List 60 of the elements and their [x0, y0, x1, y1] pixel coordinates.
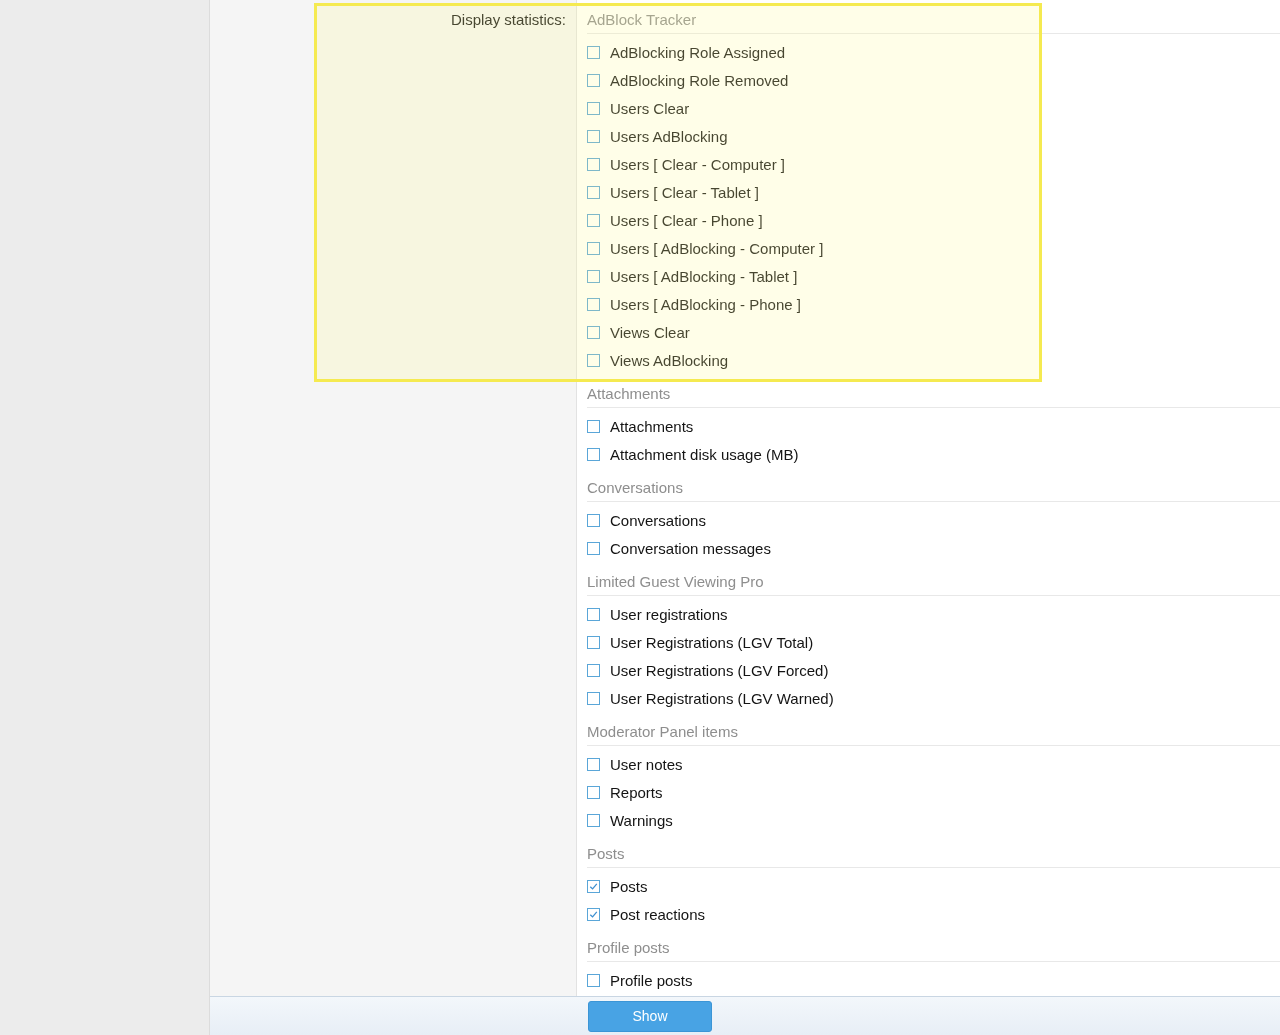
checkbox[interactable] — [587, 157, 600, 171]
checkbox[interactable] — [587, 353, 600, 367]
checked-checkbox[interactable] — [587, 879, 600, 893]
checkbox[interactable] — [587, 101, 600, 115]
checkbox-option[interactable]: Conversation messages — [587, 534, 1280, 562]
checkbox[interactable] — [587, 129, 600, 143]
checkbox[interactable] — [587, 297, 600, 311]
checkbox[interactable] — [587, 45, 600, 59]
checkbox-option[interactable]: Users [ Clear - Tablet ] — [587, 178, 1280, 206]
group-heading: Posts — [587, 834, 1280, 868]
checkbox[interactable] — [587, 73, 600, 87]
checkbox-option[interactable]: User Registrations (LGV Forced) — [587, 656, 1280, 684]
checkbox[interactable] — [587, 757, 600, 771]
group-heading: Moderator Panel items — [587, 712, 1280, 746]
checkbox-option[interactable]: User registrations — [587, 600, 1280, 628]
field-label: Display statistics: — [450, 11, 566, 28]
checkbox-option[interactable]: AdBlocking Role Assigned — [587, 38, 1280, 66]
checkbox[interactable] — [587, 269, 600, 283]
checkbox-option[interactable]: Users Clear — [587, 94, 1280, 122]
checkbox[interactable] — [587, 447, 600, 461]
checkbox[interactable] — [587, 541, 600, 555]
checkbox-option[interactable]: Warnings — [587, 806, 1280, 834]
checkbox[interactable] — [587, 185, 600, 199]
checkbox-option[interactable]: Attachment disk usage (MB) — [587, 440, 1280, 468]
group-heading: Profile posts — [587, 928, 1280, 962]
checkbox-option[interactable]: Attachments — [587, 412, 1280, 440]
checkbox[interactable] — [587, 813, 600, 827]
checkbox[interactable] — [587, 785, 600, 799]
checkbox-option[interactable]: AdBlocking Role Removed — [587, 66, 1280, 94]
checkbox-option[interactable]: Users AdBlocking — [587, 122, 1280, 150]
checkbox[interactable] — [587, 419, 600, 433]
checkbox[interactable] — [587, 513, 600, 527]
checkbox-option[interactable]: Conversations — [587, 506, 1280, 534]
checkbox-option[interactable]: Post reactions — [587, 900, 1280, 928]
checkbox-option[interactable]: User Registrations (LGV Total) — [587, 628, 1280, 656]
checkbox-option[interactable]: Users [ AdBlocking - Tablet ] — [587, 262, 1280, 290]
checkbox[interactable] — [587, 241, 600, 255]
group-heading: Conversations — [587, 468, 1280, 502]
checkbox-option[interactable]: User Registrations (LGV Warned) — [587, 684, 1280, 712]
checkbox-option[interactable]: Users [ AdBlocking - Computer ] — [587, 234, 1280, 262]
checkbox-option[interactable]: Posts — [587, 872, 1280, 900]
checkbox[interactable] — [587, 325, 600, 339]
checkbox[interactable] — [587, 213, 600, 227]
checkbox[interactable] — [587, 635, 600, 649]
group-heading: Limited Guest Viewing Pro — [587, 562, 1280, 596]
checked-checkbox[interactable] — [587, 907, 600, 921]
checkbox-option[interactable]: Users [ Clear - Phone ] — [587, 206, 1280, 234]
checkbox[interactable] — [587, 691, 600, 705]
checkbox-option[interactable]: Reports — [587, 778, 1280, 806]
checkbox[interactable] — [587, 973, 600, 987]
checkbox-option[interactable]: Views Clear — [587, 318, 1280, 346]
checkbox-option[interactable]: Users [ Clear - Computer ] — [587, 150, 1280, 178]
group-heading: Attachments — [587, 374, 1280, 408]
checkbox-option[interactable]: Users [ AdBlocking - Phone ] — [587, 290, 1280, 318]
checkbox[interactable] — [587, 607, 600, 621]
checkbox[interactable] — [587, 663, 600, 677]
group-heading: AdBlock Tracker — [587, 0, 1280, 34]
checkbox-option[interactable]: Profile posts — [587, 966, 1280, 994]
checkbox-option[interactable]: User notes — [587, 750, 1280, 778]
checkbox-option[interactable]: Views AdBlocking — [587, 346, 1280, 374]
